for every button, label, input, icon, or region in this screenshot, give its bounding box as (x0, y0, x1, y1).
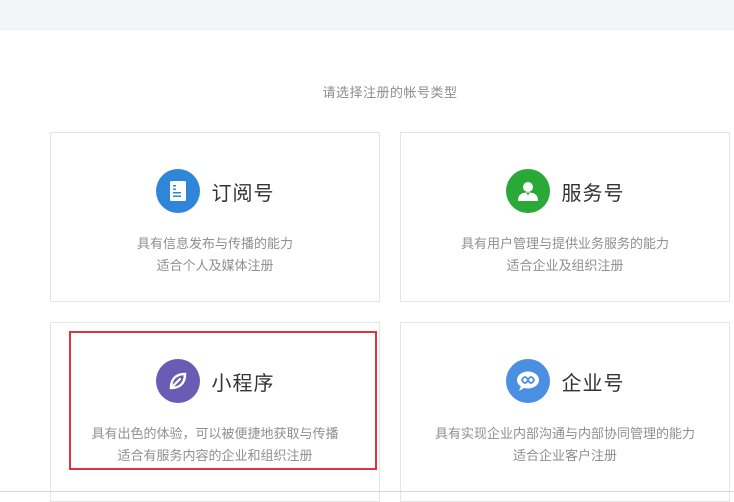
description-line: 具有用户管理与提供业务服务的能力 (460, 237, 669, 252)
mini-program-card[interactable]: 小程序 具有出色的体验，可以被便捷地获取与传播 适合有服务内容的企业和组织注册 (50, 322, 380, 502)
description-line: 适合个人及媒体注册 (156, 259, 274, 274)
card-description: 具有出色的体验，可以被便捷地获取与传播 适合有服务内容的企业和组织注册 (51, 424, 379, 468)
top-bar (0, 0, 734, 30)
description-line: 适合企业及组织注册 (506, 259, 624, 274)
card-description: 具有信息发布与传播的能力 适合个人及媒体注册 (51, 234, 379, 278)
chat-icon (505, 359, 550, 403)
description-line: 具有信息发布与传播的能力 (136, 237, 293, 252)
leaf-icon (155, 359, 200, 403)
card-title: 企业号 (561, 370, 625, 395)
enterprise-account-card[interactable]: 企业号 具有实现企业内部沟通与内部协同管理的能力 适合企业客户注册 (400, 322, 730, 502)
card-description: 具有实现企业内部沟通与内部协同管理的能力 适合企业客户注册 (401, 424, 729, 468)
document-icon (155, 169, 200, 213)
card-header: 小程序 (51, 359, 379, 403)
description-line: 具有实现企业内部沟通与内部协同管理的能力 (434, 427, 695, 442)
description-line: 适合企业客户注册 (512, 449, 617, 464)
card-description: 具有用户管理与提供业务服务的能力 适合企业及组织注册 (401, 234, 729, 278)
card-title: 小程序 (211, 370, 275, 395)
card-header: 企业号 (401, 359, 729, 403)
description-line: 具有出色的体验，可以被便捷地获取与传播 (91, 427, 339, 442)
bottom-divider (0, 491, 734, 492)
service-account-card[interactable]: 服务号 具有用户管理与提供业务服务的能力 适合企业及组织注册 (400, 132, 730, 302)
card-header: 订阅号 (51, 169, 379, 213)
subscription-account-card[interactable]: 订阅号 具有信息发布与传播的能力 适合个人及媒体注册 (50, 132, 380, 302)
description-line: 适合有服务内容的企业和组织注册 (117, 449, 313, 464)
card-title: 订阅号 (211, 180, 275, 205)
card-header: 服务号 (401, 169, 729, 213)
card-title: 服务号 (561, 180, 625, 205)
person-icon (505, 169, 550, 213)
account-type-prompt: 请选择注册的帐号类型 (322, 86, 458, 101)
